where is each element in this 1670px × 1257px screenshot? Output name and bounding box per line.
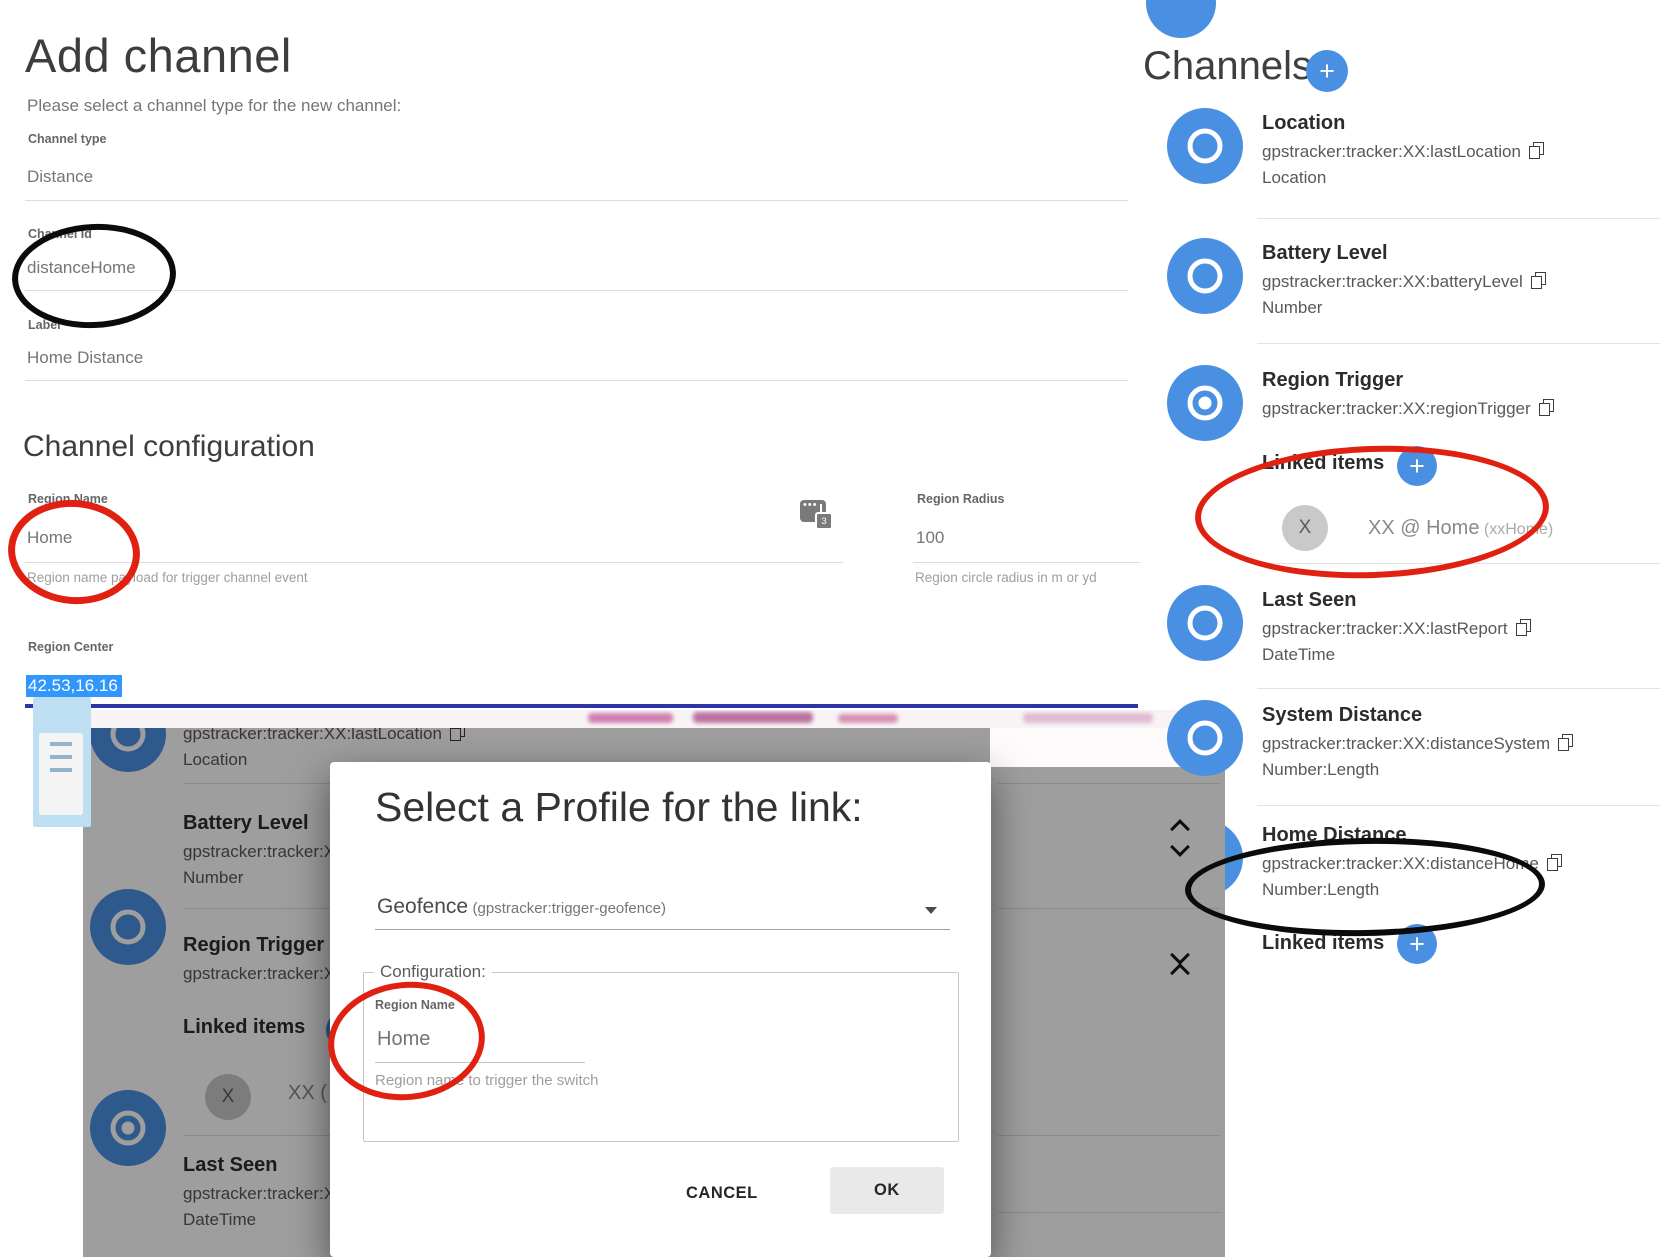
config-heading: Channel configuration [23, 430, 315, 464]
channel-state-icon [1167, 108, 1243, 184]
channel-uid: gpstracker:tracker:XX:lastLocation [1262, 138, 1521, 165]
channel-id-input[interactable]: distanceHome [27, 258, 136, 278]
region-name-input[interactable]: Home [27, 528, 72, 548]
page-subtitle: Please select a channel type for the new… [27, 96, 401, 116]
lastpass-icon[interactable]: 3 [800, 500, 826, 522]
channel-type: DateTime [1262, 642, 1529, 668]
linked-item-name: XX @ Home [1368, 517, 1479, 539]
copy-icon[interactable] [1517, 622, 1529, 636]
channel-uid: gpstracker:tracker:XX:lastReport [1262, 615, 1508, 642]
channel-title: Region Trigger [1262, 365, 1552, 395]
channel-id-underline [25, 290, 1128, 291]
dialog-region-name-label: Region Name [375, 998, 455, 1012]
channel-uid: gpstracker:tracker:XX:distanceHome [1262, 850, 1539, 877]
map-fragment [33, 697, 91, 827]
region-radius-input[interactable]: 100 [916, 528, 944, 548]
channel-uid: gpstracker:tracker:XX:distanceSystem [1262, 730, 1550, 757]
profile-select-underline [375, 929, 950, 930]
channel-trigger-icon [1167, 365, 1243, 441]
divider [1257, 563, 1660, 564]
channel-row-last-seen[interactable]: Last Seen gpstracker:tracker:XX:lastRepo… [1167, 585, 1670, 668]
channel-row-battery[interactable]: Battery Level gpstracker:tracker:XX:batt… [1167, 238, 1670, 321]
profile-dialog: Select a Profile for the link: Geofence … [330, 762, 991, 1257]
label-label: Label [28, 318, 61, 332]
channel-type: Number:Length [1262, 757, 1571, 783]
channel-title: Battery Level [1262, 238, 1544, 268]
map-control [39, 733, 83, 815]
channel-type: Number [1262, 295, 1544, 321]
screen: Add channel Please select a channel type… [0, 0, 1670, 1257]
linked-items-heading-2: Linked items [1262, 928, 1384, 958]
cancel-button[interactable]: CANCEL [670, 1174, 774, 1213]
region-center-input[interactable]: 42.53,16.16 [26, 675, 122, 697]
region-radius-underline [913, 562, 1140, 563]
channel-uid: gpstracker:tracker:XX:regionTrigger [1262, 395, 1531, 422]
channel-row-location[interactable]: Location gpstracker:tracker:XX:lastLocat… [1167, 108, 1670, 191]
channel-state-icon [1167, 585, 1243, 661]
copy-icon[interactable] [1532, 275, 1544, 289]
channel-title: Last Seen [1262, 585, 1529, 615]
channel-uid: gpstracker:tracker:XX:batteryLevel [1262, 268, 1523, 295]
partial-circle-icon [1146, 0, 1216, 38]
channel-row-region-trigger[interactable]: Region Trigger gpstracker:tracker:XX:reg… [1167, 365, 1670, 441]
map-edge-strip [83, 710, 1225, 728]
item-avatar: X [1282, 505, 1328, 551]
dialog-region-name-input[interactable]: Home [377, 1028, 430, 1051]
channel-type: Location [1262, 165, 1542, 191]
channel-type-select[interactable]: Distance [27, 167, 93, 187]
profile-select-value: Geofence [377, 895, 468, 918]
linked-item-row[interactable]: X XX @ Home (xxHome) [1282, 505, 1553, 551]
divider [1257, 805, 1660, 806]
channel-state-icon [1167, 238, 1243, 314]
configuration-fieldset: Configuration: [363, 962, 959, 1142]
add-linked-item-button-2[interactable]: + [1397, 924, 1437, 964]
dialog-title: Select a Profile for the link: [375, 784, 863, 831]
region-name-label: Region Name [28, 492, 108, 506]
channel-title: Home Distance [1262, 820, 1560, 850]
channel-id-label: Channel Id [28, 227, 92, 241]
label-underline [25, 380, 1128, 381]
fieldset-legend: Configuration: [374, 962, 492, 982]
dialog-region-name-hint: Region name to trigger the switch [375, 1072, 598, 1089]
annotation-ellipse-region-name [4, 494, 145, 609]
label-input[interactable]: Home Distance [27, 348, 143, 368]
region-name-hint: Region name payload for trigger channel … [27, 570, 308, 585]
sidebar-title: Channels [1143, 44, 1312, 89]
profile-select-detail: (gpstracker:trigger-geofence) [473, 900, 666, 917]
copy-icon[interactable] [1548, 857, 1560, 871]
linked-item-detail: (xxHome) [1484, 521, 1553, 538]
dropdown-caret-icon[interactable] [925, 907, 937, 914]
lastpass-badge: 3 [815, 512, 833, 530]
channel-title: Location [1262, 108, 1542, 138]
copy-icon[interactable] [1559, 737, 1571, 751]
dialog-input-underline [375, 1062, 585, 1063]
channel-state-icon [1167, 700, 1243, 776]
region-name-underline [25, 562, 843, 563]
channel-title: System Distance [1262, 700, 1571, 730]
divider [1257, 688, 1660, 689]
ok-button[interactable]: OK [830, 1167, 944, 1214]
channel-row-home-distance[interactable]: Home Distance gpstracker:tracker:XX:dist… [1167, 820, 1670, 903]
profile-select[interactable]: Geofence (gpstracker:trigger-geofence) [377, 895, 666, 919]
divider [1257, 343, 1660, 344]
channel-type-label: Channel type [28, 132, 107, 146]
page-title: Add channel [25, 28, 292, 83]
channel-type-underline [25, 200, 1128, 201]
channel-type: Number:Length [1262, 877, 1560, 903]
divider [1257, 218, 1660, 219]
region-center-label: Region Center [28, 640, 113, 654]
channel-row-system-distance[interactable]: System Distance gpstracker:tracker:XX:di… [1167, 700, 1670, 783]
region-radius-hint: Region circle radius in m or yd [915, 570, 1097, 585]
copy-icon[interactable] [1530, 145, 1542, 159]
region-radius-label: Region Radius [917, 492, 1005, 506]
copy-icon[interactable] [1540, 402, 1552, 416]
add-linked-item-button[interactable]: + [1397, 446, 1437, 486]
linked-items-heading: Linked items [1262, 448, 1384, 478]
add-channel-button[interactable]: + [1306, 50, 1348, 92]
region-center-focus-underline [25, 704, 1138, 708]
